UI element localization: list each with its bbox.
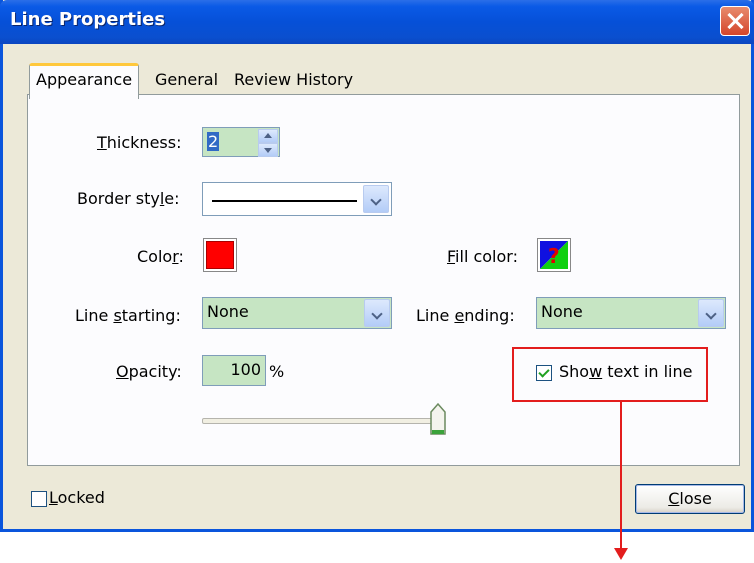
color-swatch-red (206, 241, 234, 269)
close-window-icon[interactable] (720, 6, 750, 36)
tab-general[interactable]: General (151, 66, 222, 96)
opacity-unit: % (269, 362, 285, 381)
close-button[interactable]: Close (635, 484, 745, 514)
thickness-value[interactable]: 2 (207, 132, 220, 151)
border-style-chevron-down-icon[interactable] (363, 185, 389, 213)
window-title: Line Properties (10, 9, 166, 30)
svg-text:?: ? (548, 244, 560, 268)
line-ending-value: None (541, 302, 583, 321)
highlight-box (512, 347, 708, 402)
tab-review-history[interactable]: Review History (230, 66, 357, 96)
border-style-solid-line (212, 200, 357, 202)
locked-checkbox[interactable] (31, 491, 47, 507)
tab-general-label: General (155, 70, 219, 89)
title-bar[interactable]: Line Properties (0, 0, 754, 44)
fill-color-swatch[interactable]: ? (537, 238, 571, 272)
line-starting-value: None (207, 302, 249, 321)
opacity-label: Opacity: (116, 362, 182, 381)
tab-appearance[interactable]: Appearance (29, 63, 140, 99)
color-label: Color: (137, 247, 184, 266)
line-ending-chevron-down-icon[interactable] (698, 299, 724, 327)
locked-label[interactable]: Locked (49, 488, 105, 507)
thickness-label: Thickness: (97, 133, 182, 152)
opacity-slider-thumb[interactable] (429, 402, 447, 436)
thickness-down-icon[interactable] (258, 143, 278, 157)
tab-review-history-label: Review History (234, 70, 354, 89)
line-ending-label: Line ending: (416, 306, 515, 325)
opacity-value[interactable]: 100 (230, 360, 261, 379)
line-starting-chevron-down-icon[interactable] (364, 299, 390, 327)
fill-color-label: Fill color: (447, 247, 518, 266)
thickness-up-icon[interactable] (258, 129, 278, 143)
border-style-label: Border style: (77, 189, 180, 208)
line-starting-label: Line starting: (75, 306, 181, 325)
opacity-field[interactable]: 100 (202, 355, 266, 386)
annotation-arrow-line (620, 402, 622, 552)
color-swatch[interactable] (203, 238, 237, 272)
annotation-arrow-head (614, 548, 628, 560)
no-fill-icon: ? (540, 241, 568, 269)
line-properties-dialog: Line Properties Appearance General Revie… (0, 0, 754, 532)
opacity-slider-track[interactable] (202, 418, 440, 424)
tab-appearance-label: Appearance (36, 70, 133, 89)
